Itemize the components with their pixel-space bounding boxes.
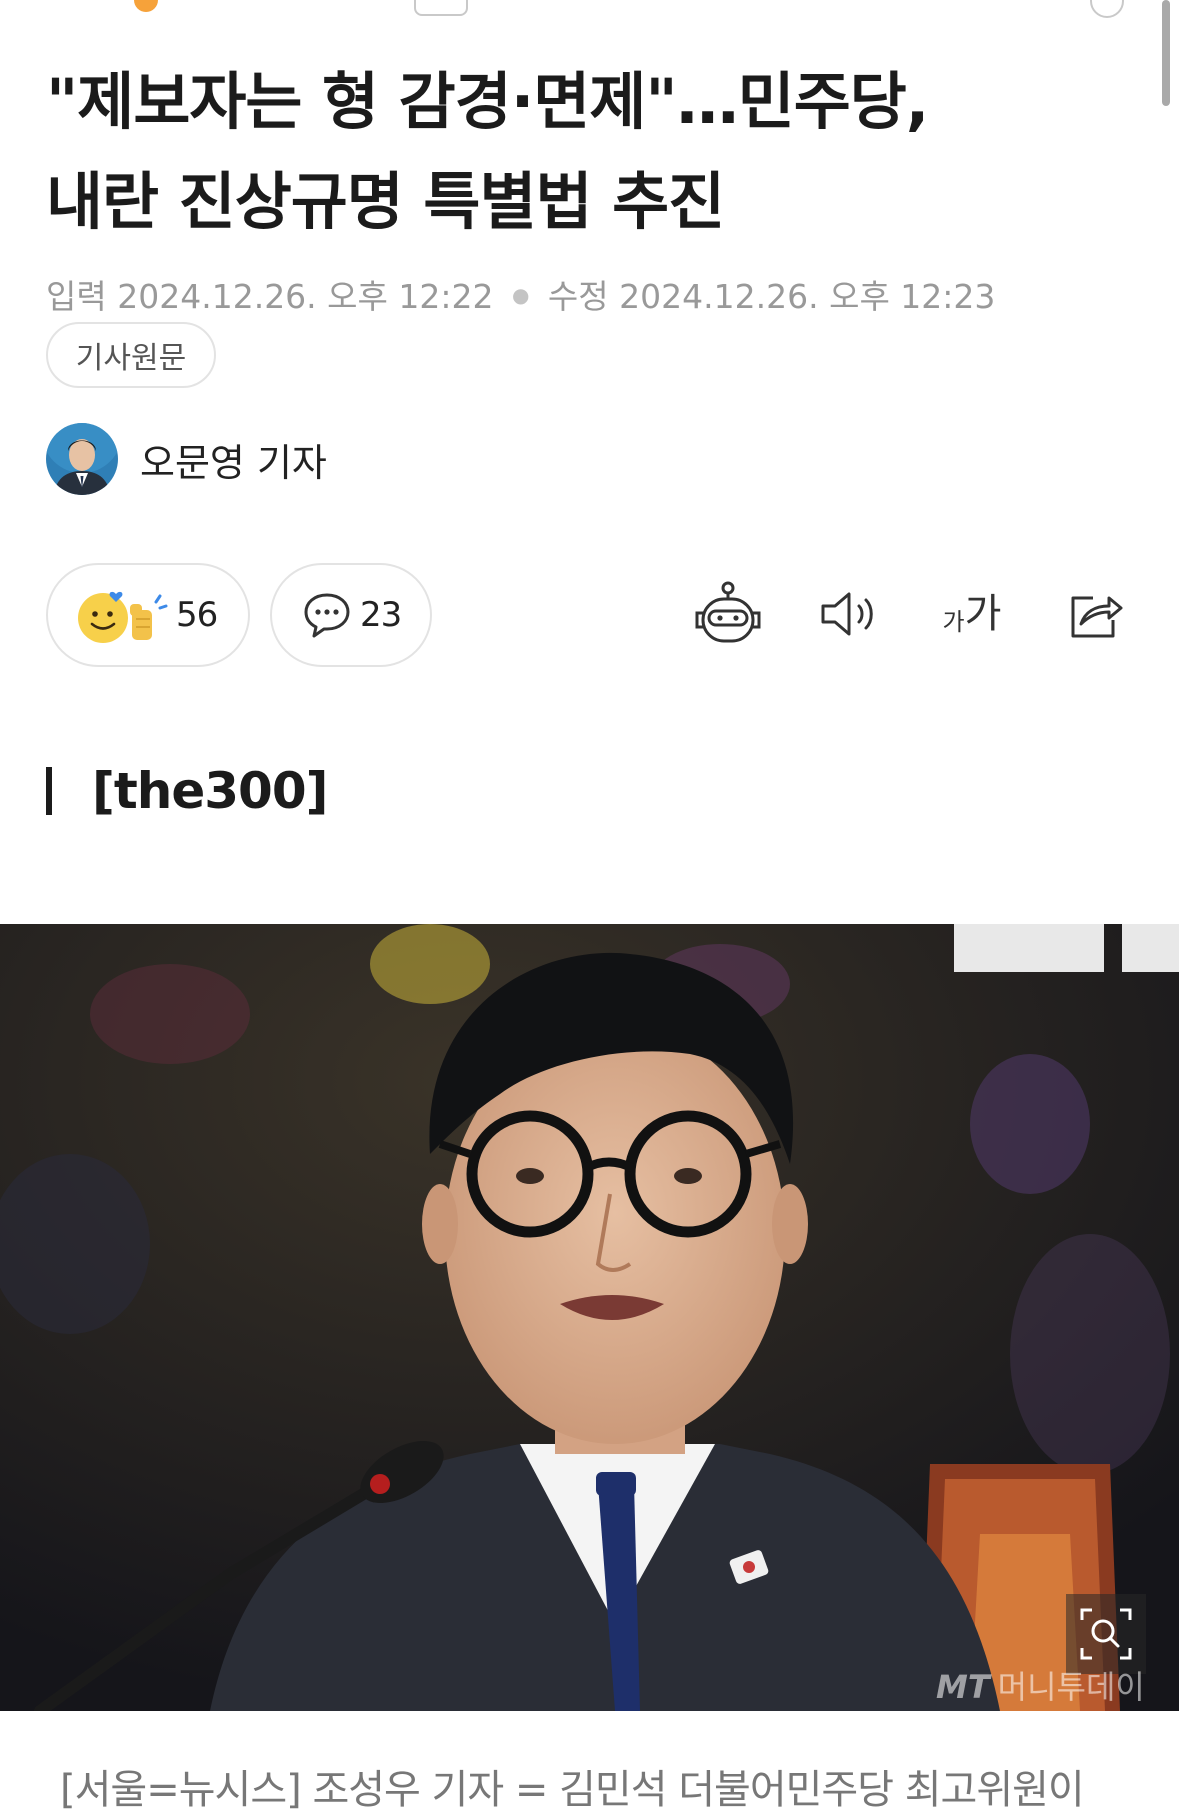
text-to-speech-button[interactable] bbox=[808, 572, 892, 656]
watermark-text: 머니투데이 bbox=[997, 1668, 1145, 1706]
comment-count: 23 bbox=[360, 595, 402, 635]
article-meta: 입력 2024.12.26. 오후 12:22 ● 수정 2024.12.26.… bbox=[46, 270, 995, 318]
article-photo-image bbox=[0, 924, 1179, 1711]
comment-icon bbox=[304, 593, 350, 638]
share-icon bbox=[1071, 596, 1123, 638]
partial-circle-icon bbox=[1090, 0, 1124, 18]
author-name: 오문영 기자 bbox=[140, 440, 327, 485]
meta-separator-icon: ● bbox=[511, 283, 530, 307]
author-link[interactable]: 오문영 기자 bbox=[46, 423, 327, 495]
comment-button[interactable]: 23 bbox=[270, 563, 432, 667]
font-size-button[interactable]: 가 가 bbox=[930, 572, 1014, 656]
share-button[interactable] bbox=[1054, 572, 1138, 656]
section-label: [the300] bbox=[46, 762, 328, 820]
section-label-text: [the300] bbox=[92, 762, 328, 820]
published-time: 2024.12.26. 오후 12:22 bbox=[117, 277, 494, 316]
reaction-count: 56 bbox=[176, 595, 218, 635]
ai-summary-button[interactable] bbox=[686, 572, 770, 656]
article-headline: "제보자는 형 감경·면제"…민주당, 내란 진상규명 특별법 추진 bbox=[46, 52, 1136, 252]
article-photo[interactable] bbox=[0, 924, 1179, 1711]
scrollbar[interactable] bbox=[1162, 0, 1170, 106]
headline-line-2: 내란 진상규명 특별법 추진 bbox=[46, 165, 725, 238]
ai-summary-robot-icon bbox=[695, 581, 761, 643]
photo-caption: [서울=뉴시스] 조성우 기자 = 김민석 더불어민주당 최고위원이 bbox=[60, 1767, 1085, 1813]
modified-time: 2024.12.26. 오후 12:23 bbox=[619, 277, 996, 316]
font-size-large-glyph: 가 bbox=[964, 591, 1002, 637]
watermark-brand: MT bbox=[936, 1668, 990, 1706]
author-avatar bbox=[46, 423, 118, 495]
original-article-button[interactable]: 기사원문 bbox=[46, 322, 216, 388]
reaction-button[interactable]: 56 bbox=[46, 563, 250, 667]
headline-line-1: "제보자는 형 감경·면제"…민주당, bbox=[46, 65, 929, 138]
published-label: 입력 bbox=[46, 277, 107, 316]
text-to-speech-icon bbox=[821, 592, 873, 636]
photo-watermark: MT 머니투데이 bbox=[936, 1662, 1145, 1708]
partial-top-icon bbox=[134, 0, 158, 12]
reaction-emoji-icon bbox=[78, 591, 168, 643]
top-strip bbox=[0, 0, 1179, 18]
partial-tab-icon bbox=[414, 0, 468, 16]
font-size-icon: 가 가 bbox=[943, 594, 1002, 634]
modified-label: 수정 bbox=[547, 277, 609, 316]
font-size-small-glyph: 가 bbox=[942, 608, 965, 636]
section-bar bbox=[46, 767, 52, 815]
zoom-icon bbox=[1080, 1608, 1132, 1660]
